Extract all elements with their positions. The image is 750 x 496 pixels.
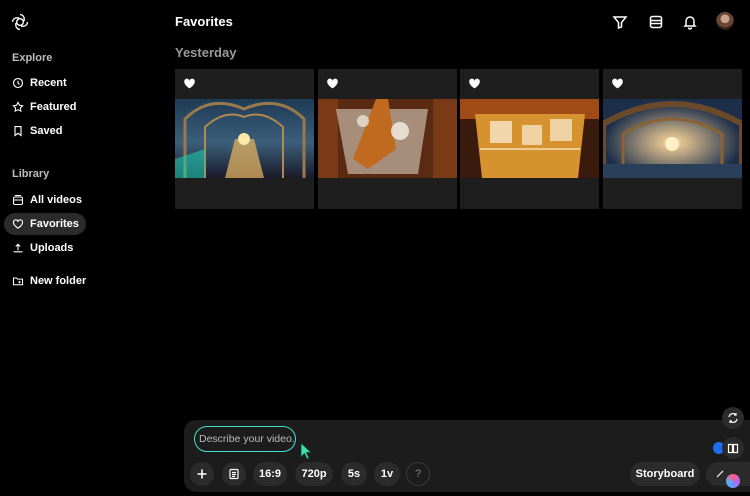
library-section-label: Library: [12, 168, 50, 180]
heart-icon: [12, 219, 24, 229]
sidebar-item-label: Recent: [30, 77, 67, 89]
resolution-select[interactable]: 720p: [295, 462, 333, 486]
prompt-input[interactable]: [194, 426, 296, 452]
star-icon: [12, 101, 24, 113]
heart-filled-icon[interactable]: [611, 77, 624, 90]
view-toggle-button[interactable]: [644, 10, 668, 34]
video-card[interactable]: [318, 69, 457, 209]
heart-filled-icon[interactable]: [468, 77, 481, 90]
sidebar-item-new-folder[interactable]: New folder: [4, 270, 104, 292]
document-icon: [229, 468, 239, 480]
avatar[interactable]: [716, 12, 734, 30]
storyboard-toggle-button[interactable]: [222, 462, 246, 486]
video-thumbnail[interactable]: [460, 99, 599, 178]
sidebar-item-recent[interactable]: Recent: [4, 72, 86, 94]
filter-button[interactable]: [608, 10, 632, 34]
sidebar-item-label: New folder: [30, 275, 87, 287]
mouse-cursor-icon: [300, 442, 312, 460]
bookmark-icon: [14, 125, 22, 137]
variations-select[interactable]: 1v: [374, 462, 400, 486]
add-button[interactable]: [190, 462, 214, 486]
sidebar-item-label: Uploads: [30, 242, 74, 254]
storyboard-button[interactable]: Storyboard: [630, 462, 700, 486]
video-thumbnail[interactable]: [175, 99, 314, 178]
help-button[interactable]: ?: [406, 462, 430, 486]
sidebar-item-favorites[interactable]: Favorites: [4, 213, 86, 235]
library-icon: [12, 194, 24, 206]
heart-filled-icon[interactable]: [326, 77, 339, 90]
plus-icon: [197, 469, 207, 479]
upload-icon: [13, 243, 23, 253]
video-thumbnail[interactable]: [318, 99, 457, 178]
list-view-icon: [649, 15, 663, 29]
refresh-icon: [728, 413, 738, 423]
sidebar-item-uploads[interactable]: Uploads: [4, 237, 86, 259]
duration-select[interactable]: 5s: [341, 462, 367, 486]
sidebar-item-saved[interactable]: Saved: [4, 120, 86, 142]
sidebar-item-all-videos[interactable]: All videos: [4, 189, 86, 211]
sparkle-icon: [716, 470, 724, 478]
book-icon: [727, 443, 739, 454]
page-title: Favorites: [175, 14, 233, 29]
sidebar-item-label: Favorites: [30, 218, 79, 230]
sidebar: Explore Recent Featured Saved Library Al…: [0, 0, 165, 496]
heart-filled-icon[interactable]: [183, 77, 196, 90]
video-thumbnail[interactable]: [603, 99, 742, 178]
bell-icon: [683, 16, 697, 30]
clock-icon: [12, 77, 24, 89]
sidebar-item-label: All videos: [30, 194, 82, 206]
aspect-ratio-select[interactable]: 16:9: [253, 462, 287, 486]
sidebar-item-featured[interactable]: Featured: [4, 96, 86, 118]
video-card[interactable]: [460, 69, 599, 209]
sidebar-item-label: Saved: [30, 125, 63, 137]
video-card[interactable]: [603, 69, 742, 209]
folder-plus-icon: [12, 277, 24, 286]
sidebar-item-label: Featured: [30, 101, 77, 113]
extension-icon[interactable]: [726, 474, 740, 488]
explore-section-label: Explore: [12, 52, 53, 64]
notifications-button[interactable]: [678, 10, 702, 34]
video-card[interactable]: [175, 69, 314, 209]
filter-icon: [612, 16, 628, 30]
guide-button[interactable]: [722, 437, 744, 459]
remix-button[interactable]: [722, 407, 744, 429]
date-group-label: Yesterday: [175, 45, 237, 60]
